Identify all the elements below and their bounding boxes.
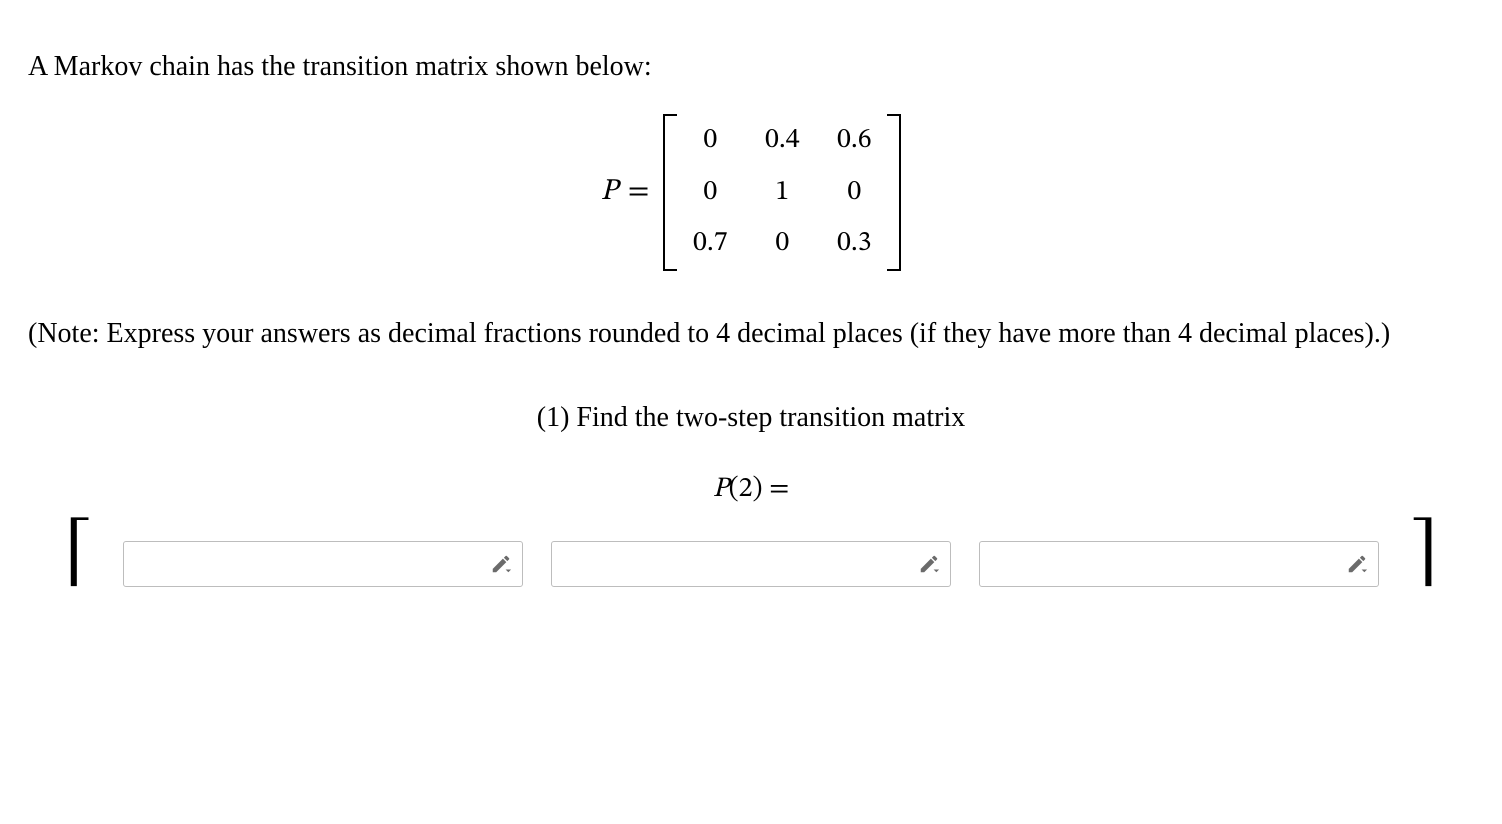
question-1-label: (1) Find the two-step transition matrix [28, 399, 1474, 437]
matrix-cell-r3c1: 0.7 [691, 225, 729, 263]
problem-page: A Markov chain has the transition matrix… [0, 0, 1502, 611]
pencil-dropdown-icon[interactable] [918, 553, 940, 575]
intro-text: A Markov chain has the transition matrix… [28, 48, 1474, 86]
pencil-dropdown-icon[interactable] [490, 553, 512, 575]
matrix-cell-r1c1: 0 [691, 122, 729, 160]
matrix-cell-r2c2: 1 [763, 174, 801, 212]
answer-cell-r1c1[interactable] [123, 541, 523, 587]
p2-variable: P [713, 475, 729, 503]
matrix-cell-r2c1: 0 [691, 174, 729, 212]
answer-cell-r1c3[interactable] [979, 541, 1379, 587]
answer-left-bracket-top: ⎡ [63, 545, 95, 599]
p2-equation: P(2) = [28, 471, 1474, 509]
p2-equals: = [763, 475, 790, 503]
answer-matrix-row-1: ⎡ [28, 537, 1474, 591]
rounding-note: (Note: Express your answers as decimal f… [28, 315, 1474, 353]
matrix-cell-r3c3: 0.3 [835, 225, 873, 263]
equals-sign: = [628, 172, 650, 213]
matrix-left-bracket [663, 114, 679, 271]
matrix-cell-r1c2: 0.4 [763, 122, 801, 160]
matrix-right-bracket [885, 114, 901, 271]
matrix-cell-r1c3: 0.6 [835, 122, 873, 160]
pencil-dropdown-icon[interactable] [1346, 553, 1368, 575]
answer-cell-r1c2[interactable] [551, 541, 951, 587]
matrix-variable: P [601, 172, 618, 213]
matrix-cell-r3c2: 0 [763, 225, 801, 263]
answer-right-bracket-top: ⎤ [1407, 545, 1439, 599]
transition-matrix-display: P = 0 0.4 0.6 0 1 0 0.7 0 0.3 [28, 114, 1474, 271]
p2-arg: (2) [729, 475, 763, 503]
matrix-values: 0 0.4 0.6 0 1 0 0.7 0 0.3 [679, 114, 885, 271]
matrix-cell-r2c3: 0 [835, 174, 873, 212]
